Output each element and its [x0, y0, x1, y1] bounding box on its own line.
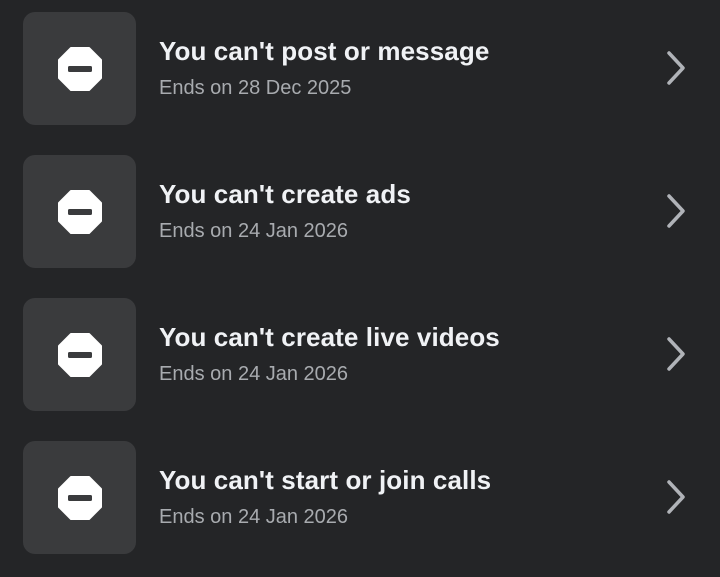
chevron-right-icon — [667, 337, 685, 371]
restriction-icon-tile — [23, 441, 136, 554]
restriction-end-date: Ends on 24 Jan 2026 — [159, 363, 349, 385]
restriction-item-live-videos[interactable]: You can't create live videos Ends on 24 … — [0, 298, 720, 411]
restriction-icon-tile — [23, 12, 136, 125]
restriction-item-calls[interactable]: You can't start or join calls Ends on 24… — [0, 441, 720, 554]
restriction-item-create-ads[interactable]: You can't create ads Ends on 24 Jan 2026 — [0, 155, 720, 268]
restriction-icon-tile — [23, 155, 136, 268]
restriction-title: You can't start or join calls — [159, 465, 492, 495]
no-entry-icon — [58, 333, 102, 377]
restriction-end-date: Ends on 28 Dec 2025 — [159, 77, 352, 99]
restriction-end-date: Ends on 24 Jan 2026 — [159, 220, 349, 242]
no-entry-icon — [58, 190, 102, 234]
chevron-right-icon — [667, 194, 685, 228]
restriction-end-date: Ends on 24 Jan 2026 — [159, 506, 349, 528]
restriction-item-post-or-message[interactable]: You can't post or message Ends on 28 Dec… — [0, 12, 720, 125]
restriction-title: You can't post or message — [159, 36, 490, 66]
restriction-icon-tile — [23, 298, 136, 411]
chevron-right-icon — [667, 480, 685, 514]
chevron-right-icon — [667, 51, 685, 85]
restrictions-list: You can't post or message Ends on 28 Dec… — [0, 0, 720, 577]
restriction-title: You can't create live videos — [159, 322, 500, 352]
no-entry-icon — [58, 476, 102, 520]
restriction-title: You can't create ads — [159, 179, 411, 209]
no-entry-icon — [58, 47, 102, 91]
